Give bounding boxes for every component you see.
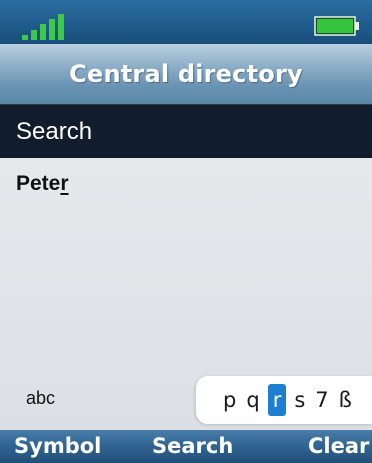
signal-bar <box>49 19 55 40</box>
picker-char[interactable]: ß <box>334 384 357 416</box>
battery-tip <box>355 22 359 30</box>
battery-fill <box>317 19 353 33</box>
search-input-text: Pete <box>16 172 61 195</box>
content-area: Peter abc pqrs7ß <box>0 158 372 430</box>
signal-strength-icon <box>22 14 64 40</box>
picker-char-selected[interactable]: r <box>267 384 287 416</box>
search-softkey[interactable]: Search <box>152 430 233 463</box>
symbol-softkey[interactable]: Symbol <box>14 430 101 463</box>
phone-screen: Central directory Search Peter abc pqrs7… <box>0 0 372 463</box>
picker-char[interactable]: s <box>289 384 310 416</box>
input-mode-indicator: abc <box>26 388 56 408</box>
search-label: Search <box>16 118 93 145</box>
character-picker-row: pqrs7ß <box>218 384 357 416</box>
page-title: Central directory <box>69 60 303 88</box>
signal-bar <box>22 35 28 40</box>
search-header: Search <box>0 104 372 158</box>
clear-softkey[interactable]: Clear <box>308 430 369 463</box>
text-cursor-char: r <box>60 172 69 195</box>
title-bar: Central directory <box>0 44 372 104</box>
status-bar <box>0 0 372 44</box>
character-picker[interactable]: pqrs7ß <box>196 376 372 424</box>
softkey-bar: Symbol Search Clear <box>0 430 372 463</box>
signal-bar <box>31 30 37 40</box>
signal-bar <box>58 14 64 40</box>
signal-bar <box>40 24 46 40</box>
battery-icon <box>314 16 359 36</box>
picker-char[interactable]: q <box>241 384 264 416</box>
picker-char[interactable]: 7 <box>310 384 333 416</box>
search-input[interactable]: Peter <box>16 172 69 196</box>
picker-char[interactable]: p <box>218 384 241 416</box>
